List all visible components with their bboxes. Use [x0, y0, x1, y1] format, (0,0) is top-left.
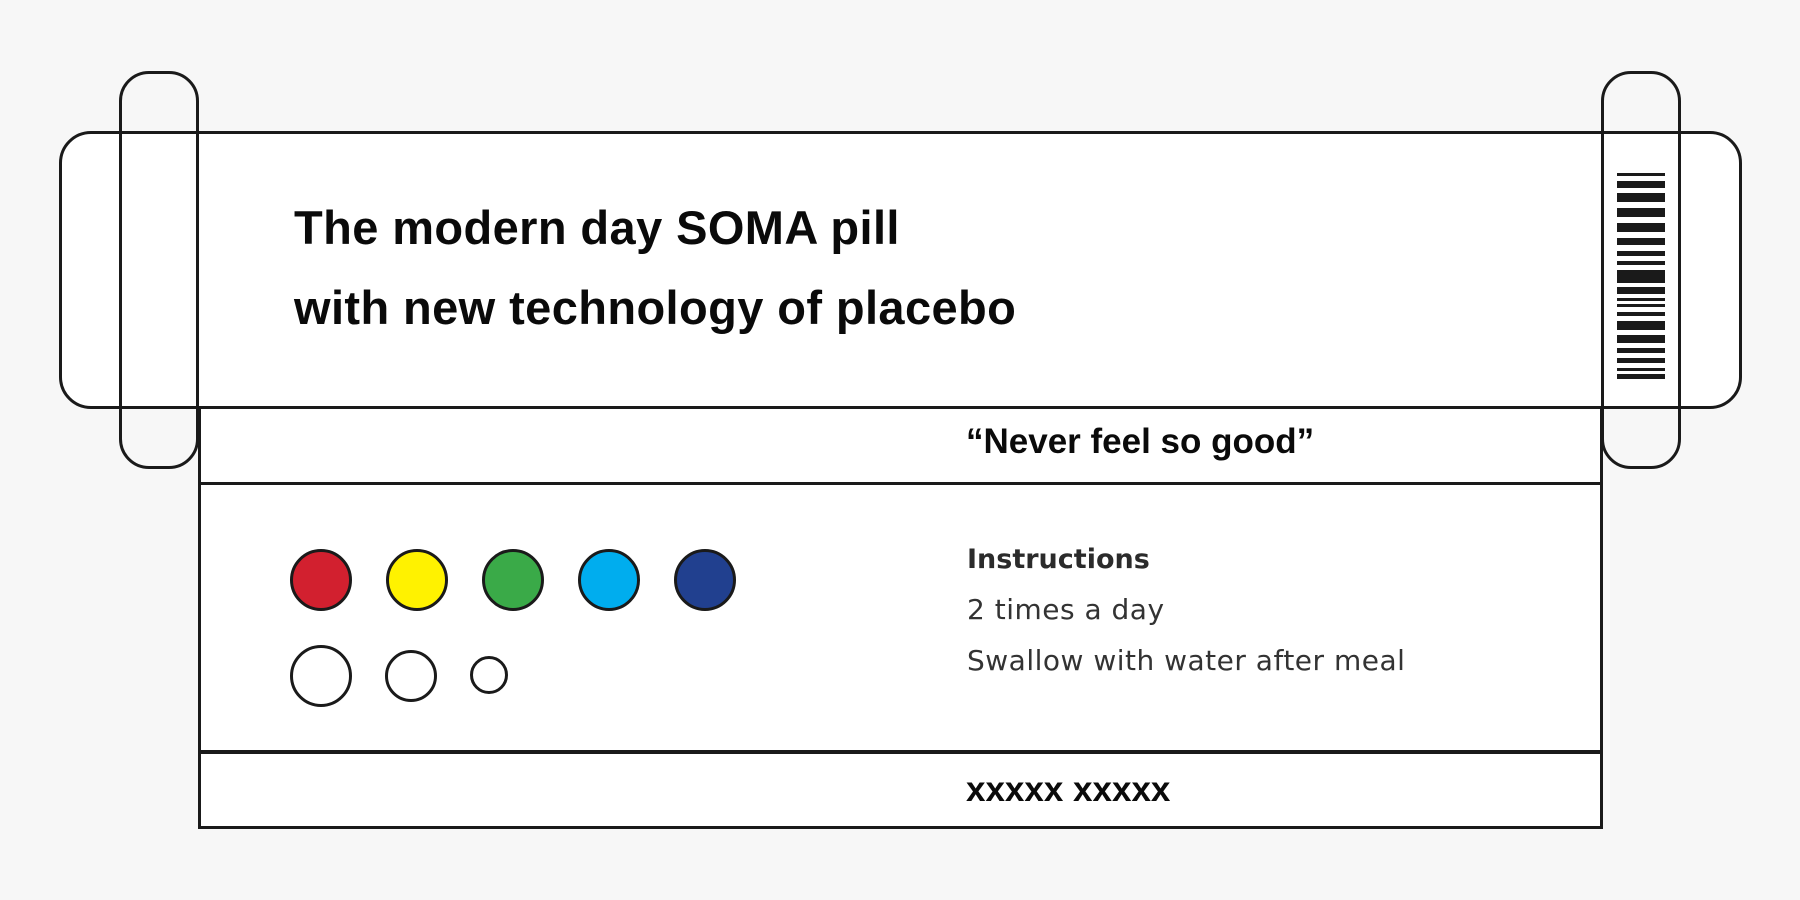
- pill-red: [290, 549, 352, 611]
- tagline: “Never feel so good”: [966, 422, 1315, 461]
- headline-line-1: The modern day SOMA pill: [294, 201, 900, 254]
- instruction-method: Swallow with water after meal: [967, 644, 1406, 677]
- headline-line-2: with new technology of placebo: [294, 281, 1017, 334]
- barcode-bar: [1617, 374, 1665, 379]
- barcode-bar: [1617, 312, 1665, 316]
- barcode-bar: [1617, 287, 1665, 294]
- bottom-flap: [198, 751, 1603, 829]
- barcode-bar: [1617, 181, 1665, 188]
- barcode-bar: [1617, 173, 1665, 176]
- barcode-bar: [1617, 251, 1665, 256]
- barcode-bar: [1617, 298, 1665, 301]
- pill-outline-small: [470, 656, 508, 694]
- pill-outline-medium: [385, 650, 437, 702]
- barcode-bar: [1617, 208, 1665, 217]
- barcode-bar: [1617, 358, 1665, 363]
- footer-placeholder-text: xxxxx xxxxx: [966, 770, 1171, 809]
- barcode-bar: [1617, 223, 1665, 232]
- barcode-bar: [1617, 261, 1665, 265]
- pill-green: [482, 549, 544, 611]
- instructions-title: Instructions: [967, 544, 1150, 575]
- barcode-bar: [1617, 304, 1665, 307]
- barcode-bar: [1617, 193, 1665, 202]
- pill-cyan: [578, 549, 640, 611]
- barcode-bar: [1617, 270, 1665, 283]
- info-panel: [198, 480, 1603, 753]
- barcode-bar: [1617, 335, 1665, 343]
- pill-yellow: [386, 549, 448, 611]
- barcode-bar: [1617, 348, 1665, 353]
- barcode-icon: [1617, 173, 1665, 379]
- instruction-dosage: 2 times a day: [967, 593, 1165, 626]
- pill-outline-large: [290, 645, 352, 707]
- left-tuck-tab: [119, 71, 199, 469]
- package-dieline: The modern day SOMA pill with new techno…: [0, 0, 1800, 900]
- barcode-bar: [1617, 368, 1665, 371]
- pill-navy: [674, 549, 736, 611]
- front-panel: [59, 131, 1742, 409]
- barcode-bar: [1617, 321, 1665, 330]
- tagline-flap: [198, 405, 1603, 485]
- barcode-bar: [1617, 238, 1665, 245]
